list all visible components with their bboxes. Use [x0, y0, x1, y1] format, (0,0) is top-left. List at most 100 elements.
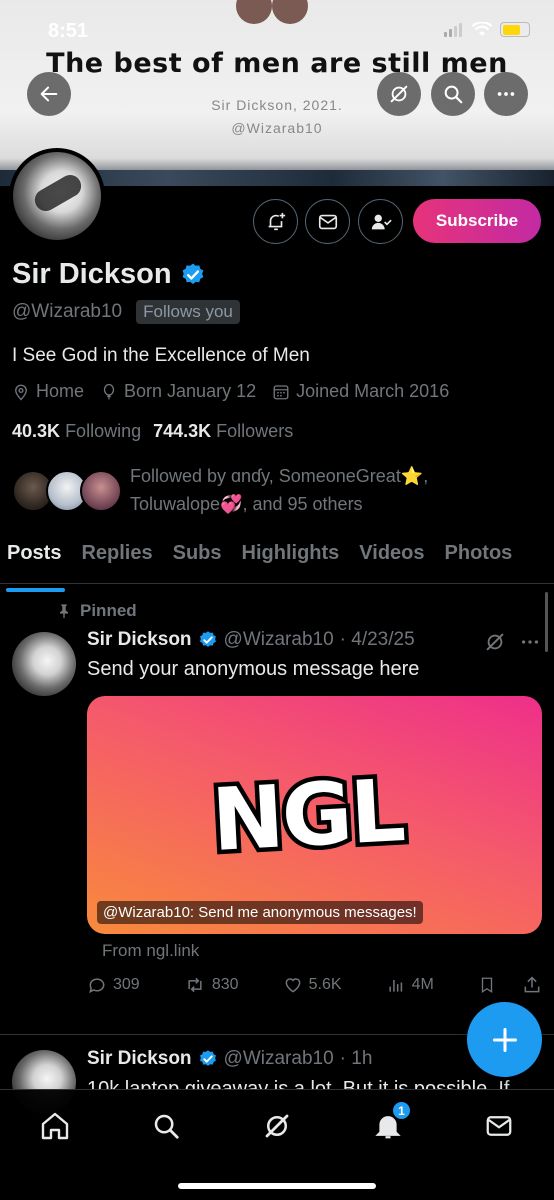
profile-tabs: Posts Replies Subs Highlights Videos Pho…: [0, 537, 554, 592]
more-icon: [497, 92, 515, 96]
profile-name-row: Sir Dickson: [12, 258, 206, 291]
joined-text: Joined March 2016: [296, 381, 450, 401]
plus-icon: [492, 1027, 517, 1052]
scrollbar[interactable]: [545, 592, 548, 652]
followers-label: Followers: [216, 421, 294, 441]
followers-count: 744.3K: [153, 421, 212, 441]
location-pin-icon: [15, 384, 27, 400]
notify-button[interactable]: [253, 199, 298, 244]
followers-stat[interactable]: 744.3K Followers: [153, 421, 293, 442]
like-count: 5.6K: [308, 976, 342, 993]
views-count: 4M: [411, 976, 434, 993]
following-count: 40.3K: [12, 421, 61, 441]
post-avatar[interactable]: [12, 632, 76, 696]
back-arrow-icon: [40, 86, 58, 102]
messages-icon: [486, 1116, 512, 1136]
back-button[interactable]: [27, 72, 71, 116]
tab-replies[interactable]: Replies: [71, 537, 162, 583]
pin-icon: [60, 604, 68, 619]
signal-icon: [444, 22, 462, 37]
follower-avatars: [12, 466, 130, 514]
joined-item: Joined March 2016: [272, 381, 449, 402]
reply-action[interactable]: 309: [87, 975, 140, 995]
nav-messages[interactable]: [479, 1106, 519, 1146]
profile-avatar[interactable]: [9, 148, 105, 244]
birthday-item: Born January 12: [100, 381, 256, 402]
post-author[interactable]: Sir Dickson: [87, 629, 192, 651]
views-icon: [389, 980, 402, 992]
notification-badge: 1: [391, 1100, 412, 1121]
grok-icon: [265, 1114, 289, 1138]
following-stat[interactable]: 40.3K Following: [12, 421, 141, 442]
card-source[interactable]: From ngl.link: [102, 941, 199, 961]
message-button[interactable]: [305, 199, 350, 244]
bookmark-icon[interactable]: [478, 975, 496, 995]
nav-notifications[interactable]: 1: [368, 1100, 412, 1146]
location-item: Home: [12, 381, 84, 402]
banner-credit-handle: @Wizarab10: [231, 120, 323, 136]
follower-avatar: [80, 470, 122, 512]
profile-bio: I See God in the Excellence of Men: [12, 345, 310, 366]
follows-you-badge: Follows you: [136, 300, 240, 324]
repost-icon: [188, 977, 202, 993]
envelope-icon: [318, 214, 337, 229]
post-date: · 1h: [339, 1048, 373, 1069]
post-author[interactable]: Sir Dickson: [87, 1048, 192, 1070]
share-icon[interactable]: [522, 975, 542, 995]
grok-icon[interactable]: [484, 631, 506, 653]
search-icon: [154, 1114, 179, 1139]
following-label: Following: [65, 421, 142, 441]
tab-posts[interactable]: Posts: [0, 537, 71, 592]
nav-grok[interactable]: [257, 1106, 297, 1146]
search-button[interactable]: [431, 72, 475, 116]
tab-highlights[interactable]: Highlights: [232, 537, 350, 583]
bell-plus-icon: [268, 212, 285, 230]
grok-button[interactable]: [377, 72, 421, 116]
more-button[interactable]: [484, 72, 528, 116]
followed-by-section[interactable]: Followed by ɑnɗy, SomeoneGreat⭐, Toluwal…: [12, 462, 542, 518]
post-more-icon[interactable]: [519, 631, 541, 653]
tab-videos[interactable]: Videos: [349, 537, 434, 583]
post-header: Sir Dickson @Wizarab10 · 4/23/25: [87, 629, 415, 651]
ngl-logo: NGL: [205, 757, 410, 876]
status-icons: [444, 22, 530, 37]
like-action[interactable]: 5.6K: [283, 975, 342, 995]
banner-quote: The best of men are still men: [46, 48, 508, 79]
followed-by-line1: Followed by ɑnɗy, SomeoneGreat⭐,: [130, 466, 429, 486]
post-actions: 309 830 5.6K 4M: [87, 975, 542, 995]
card-caption: @Wizarab10: Send me anonymous messages!: [97, 901, 423, 924]
user-check-icon: [371, 214, 392, 229]
search-icon: [444, 85, 463, 104]
status-time: 8:51: [48, 20, 89, 42]
verified-badge-icon[interactable]: [180, 262, 206, 288]
nav-search[interactable]: [146, 1106, 186, 1146]
reply-count: 309: [113, 976, 140, 993]
birthday-text: Born January 12: [124, 381, 257, 401]
link-card[interactable]: NGL @Wizarab10: Send me anonymous messag…: [87, 696, 542, 934]
profile-name: Sir Dickson: [12, 258, 172, 290]
post-header: Sir Dickson @Wizarab10 · 1h: [87, 1048, 372, 1070]
nav-home[interactable]: [35, 1106, 75, 1146]
post-extra-actions: [478, 975, 542, 995]
profile-handle: @Wizarab10: [12, 301, 123, 322]
home-indicator[interactable]: [178, 1183, 376, 1189]
status-bar: 8:51: [0, 0, 554, 50]
handle-row: @Wizarab10 Follows you: [12, 300, 240, 324]
tab-photos[interactable]: Photos: [435, 537, 523, 583]
reply-icon: [89, 978, 105, 994]
following-button[interactable]: [358, 199, 403, 244]
grok-icon: [390, 85, 408, 103]
subscribe-button[interactable]: Subscribe: [413, 199, 541, 243]
post-handle: @Wizarab10: [223, 629, 334, 650]
balloon-icon: [103, 383, 115, 399]
compose-button[interactable]: [467, 1002, 542, 1077]
repost-action[interactable]: 830: [184, 975, 239, 995]
post-handle: @Wizarab10: [223, 1048, 334, 1069]
pinned-label: Pinned: [56, 601, 137, 621]
views-action[interactable]: 4M: [386, 975, 434, 995]
tab-subs[interactable]: Subs: [163, 537, 232, 583]
repost-count: 830: [211, 976, 239, 993]
location-text: Home: [36, 381, 85, 401]
follow-stats: 40.3K Following 744.3K Followers: [12, 421, 293, 442]
followed-by-line2: Toluwalope💞, and 95 others: [130, 494, 363, 514]
